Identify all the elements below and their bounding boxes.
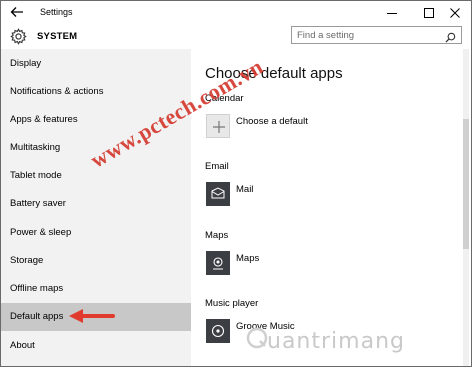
plus-icon (213, 121, 225, 133)
sidebar-item-battery-saver[interactable]: Battery saver (1, 190, 191, 218)
minimize-button[interactable] (377, 1, 407, 25)
gear-icon (10, 28, 27, 45)
settings-window: Settings SYSTEM Find a setting Display N… (0, 0, 472, 367)
section-label-maps: Maps (205, 230, 229, 241)
scrollbar-thumb[interactable] (463, 119, 469, 249)
back-arrow-icon[interactable] (9, 4, 25, 20)
sidebar-item-power-sleep[interactable]: Power & sleep (1, 219, 191, 247)
brand-logo-icon (246, 327, 268, 354)
maximize-icon (424, 8, 434, 18)
main-content: Choose default apps Calendar Choose a de… (191, 49, 471, 366)
red-arrow-icon (69, 309, 115, 323)
mail-icon (211, 187, 225, 199)
minimize-icon (387, 13, 397, 14)
app-name-maps[interactable]: Maps (236, 253, 259, 264)
search-input[interactable]: Find a setting (291, 26, 462, 44)
sidebar-item-notifications[interactable]: Notifications & actions (1, 78, 191, 106)
close-icon (450, 8, 460, 18)
settings-header: SYSTEM Find a setting (1, 25, 471, 49)
mail-tile[interactable] (206, 182, 230, 206)
choose-default-tile[interactable] (206, 114, 230, 138)
search-placeholder: Find a setting (297, 30, 355, 41)
search-icon[interactable] (445, 30, 456, 48)
sidebar-item-display[interactable]: Display (1, 50, 191, 78)
section-label-email: Email (205, 161, 229, 172)
sidebar-item-about[interactable]: About (1, 332, 191, 360)
brand-watermark: uantrimang (267, 329, 405, 354)
sidebar-item-storage[interactable]: Storage (1, 247, 191, 275)
title-bar: Settings (1, 1, 471, 25)
sidebar-item-offline-maps[interactable]: Offline maps (1, 275, 191, 303)
groove-music-tile[interactable] (206, 319, 230, 343)
maps-icon (213, 257, 223, 270)
window-title: Settings (40, 7, 73, 17)
app-name-calendar[interactable]: Choose a default (236, 116, 308, 127)
section-label-music-player: Music player (205, 298, 259, 309)
section-title: SYSTEM (37, 31, 78, 42)
maps-tile[interactable] (206, 251, 230, 275)
close-button[interactable] (440, 1, 470, 25)
groove-music-icon (211, 324, 225, 338)
app-name-email[interactable]: Mail (236, 184, 253, 195)
